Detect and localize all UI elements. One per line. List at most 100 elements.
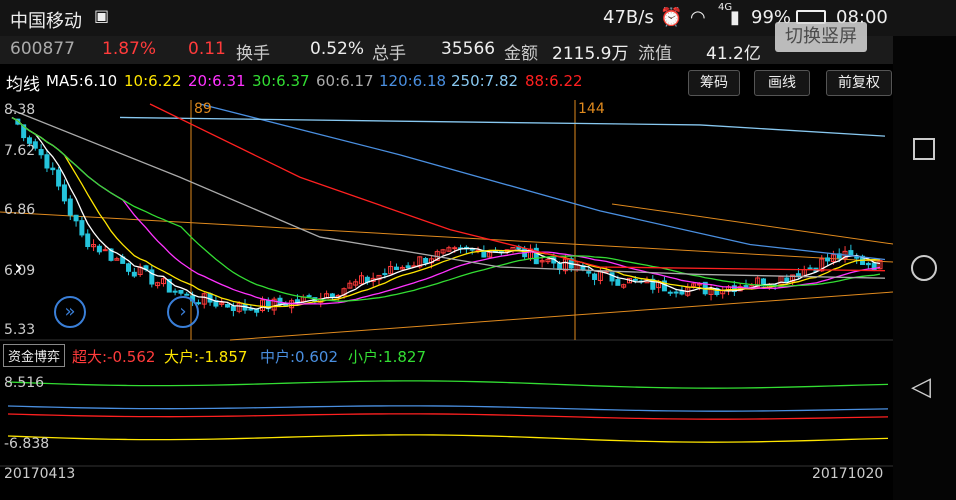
ma-title: 均线: [6, 75, 40, 95]
nav-bar: ◁: [893, 36, 956, 500]
rotate-screen-button[interactable]: 切换竖屏: [775, 22, 867, 52]
chip-button[interactable]: 筹码: [688, 70, 740, 96]
candle-body: [615, 279, 621, 286]
fund-title[interactable]: 资金博弈: [3, 344, 66, 367]
ma10-line: [11, 117, 881, 308]
y-axis-label-3: 6.86: [4, 202, 36, 218]
carrier-label: 中国移动: [10, 11, 82, 32]
float-value: 41.2亿: [706, 44, 761, 64]
candle-body: [784, 277, 790, 283]
ma250-label: 250:7.82: [451, 72, 519, 90]
ma60-line: [11, 109, 886, 279]
candle-body: [172, 290, 178, 293]
ma5-label: MA5:6.10: [46, 72, 118, 90]
candle-body: [277, 297, 283, 305]
play-icon[interactable]: ›: [167, 296, 199, 328]
candle-body: [679, 290, 685, 295]
candle-body: [825, 257, 831, 262]
ma10-label: 10:6.22: [124, 72, 182, 90]
candle-body: [248, 308, 254, 311]
trend-line: [229, 291, 893, 341]
ma250-line: [119, 116, 886, 137]
signal-icon: ▮: [730, 7, 740, 28]
y-axis-label-2: 7.62: [4, 143, 36, 159]
candle-body: [79, 220, 85, 236]
wifi-icon: ◠: [690, 7, 706, 28]
candle-body: [225, 304, 231, 308]
candle-body: [73, 214, 79, 222]
notification-icon: ▣: [94, 6, 110, 25]
candle-body: [61, 184, 67, 202]
candle-body: [131, 271, 137, 277]
fund-axis-min: -6.838: [4, 436, 50, 452]
fund-big-line: [7, 434, 889, 443]
date-end: 20171020: [812, 466, 884, 482]
back-icon[interactable]: ◁: [911, 372, 931, 402]
fund-big: 大户:-1.857: [164, 348, 248, 366]
amount-label: 金额: [504, 44, 538, 64]
fib-marker-89: 89: [194, 101, 212, 117]
volume-value: 35566: [441, 39, 496, 59]
ma120-label: 120:6.18: [379, 72, 447, 90]
candle-body: [609, 272, 615, 282]
volume-label: 总手: [372, 44, 406, 64]
draw-line-button[interactable]: 画线: [754, 70, 810, 96]
candle-body: [382, 273, 388, 276]
candle-body: [126, 263, 132, 272]
stock-code: 600877: [10, 39, 75, 59]
fund-small-line: [7, 380, 889, 389]
fund-mid-line: [7, 405, 889, 412]
candlestick-chart[interactable]: [0, 96, 893, 500]
adjust-button[interactable]: 前复权: [826, 70, 892, 96]
ma30-label: 30:6.37: [252, 72, 310, 90]
y-axis-min: 5.33: [4, 322, 36, 338]
fast-forward-icon[interactable]: »: [54, 296, 86, 328]
candle-body: [230, 305, 236, 311]
amount-value: 2115.9万: [552, 44, 629, 64]
candle-body: [38, 149, 44, 156]
fund-super-line: [7, 413, 889, 420]
candle-body: [632, 278, 638, 281]
date-start: 20170413: [4, 466, 76, 482]
ma88-label: 88:6.22: [525, 72, 583, 90]
candle-body: [592, 273, 598, 280]
candle-body: [423, 257, 429, 264]
ma60-label: 60:6.17: [316, 72, 374, 90]
candle-body: [393, 266, 399, 270]
candle-body: [586, 271, 592, 274]
candle-body: [85, 233, 91, 247]
candle-body: [696, 283, 702, 286]
candle-body: [306, 295, 312, 298]
candle-body: [865, 262, 871, 266]
candle-body: [44, 154, 50, 169]
fib-marker-144: 144: [578, 101, 605, 117]
candle-body: [50, 167, 56, 171]
chevron-left-icon[interactable]: ›: [14, 256, 23, 281]
float-label: 流值: [638, 44, 672, 64]
alarm-icon: ⏰: [660, 7, 683, 28]
fund-mid: 中户:0.602: [260, 348, 338, 366]
change-percent: 1.87%: [102, 39, 157, 59]
fund-axis-max: 8.516: [4, 375, 45, 391]
turnover-value: 0.52%: [310, 39, 365, 59]
candle-body: [854, 256, 860, 259]
candle-body: [184, 293, 190, 296]
recent-apps-icon[interactable]: [913, 138, 935, 160]
net-speed: 47B/s: [603, 7, 654, 28]
candle-body: [807, 267, 813, 270]
candle-body: [667, 291, 673, 294]
candle-body: [405, 265, 411, 269]
candle-body: [102, 249, 108, 252]
candle-body: [469, 248, 475, 251]
fund-super: 超大:-0.562: [72, 348, 156, 366]
candle-body: [329, 293, 335, 298]
candle-body: [56, 169, 62, 187]
trend-line: [611, 203, 893, 245]
home-icon[interactable]: [911, 255, 937, 281]
change-value: 0.11: [188, 39, 226, 59]
candle-body: [673, 291, 679, 294]
candle-body: [67, 198, 73, 216]
ma120-line: [199, 103, 886, 261]
turnover-label: 换手: [236, 44, 270, 64]
quote-row: 600877 1.87% 0.11 换手 0.52% 总手 35566 金额 2…: [0, 22, 893, 64]
